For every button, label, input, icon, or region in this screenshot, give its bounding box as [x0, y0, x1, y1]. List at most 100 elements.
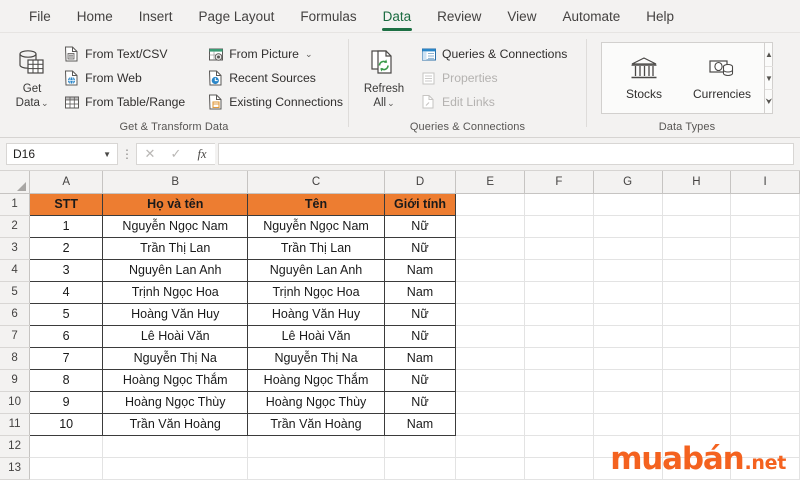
- cell-g7[interactable]: [593, 325, 663, 348]
- cell-f6[interactable]: [524, 303, 594, 326]
- scroll-up-icon[interactable]: ▲: [765, 43, 773, 67]
- cell-h8[interactable]: [662, 347, 732, 370]
- cell-i13[interactable]: [730, 457, 800, 480]
- cell-i10[interactable]: [730, 391, 800, 414]
- tab-page-layout[interactable]: Page Layout: [186, 0, 288, 33]
- cell-f8[interactable]: [524, 347, 594, 370]
- cell-b2[interactable]: Nguyễn Ngọc Nam: [102, 214, 249, 238]
- name-box[interactable]: D16 ▼: [6, 143, 118, 165]
- cell-c10[interactable]: Hoàng Ngọc Thùy: [247, 390, 385, 414]
- row-header-9[interactable]: 9: [0, 369, 31, 392]
- cell-h6[interactable]: [662, 303, 732, 326]
- cell-f2[interactable]: [524, 215, 594, 238]
- column-header-a[interactable]: A: [29, 171, 104, 194]
- tab-review[interactable]: Review: [424, 0, 494, 33]
- from-web-button[interactable]: From Web: [60, 67, 190, 89]
- cell-e11[interactable]: [455, 413, 526, 436]
- cell-c2[interactable]: Nguyễn Ngọc Nam: [247, 214, 385, 238]
- cell-c6[interactable]: Hoàng Văn Huy: [247, 302, 385, 326]
- cell-h2[interactable]: [662, 215, 732, 238]
- cell-h5[interactable]: [662, 281, 732, 304]
- cancel-x-icon[interactable]: ✕: [137, 144, 163, 164]
- cell-g6[interactable]: [593, 303, 663, 326]
- cell-b5[interactable]: Trịnh Ngọc Hoa: [102, 280, 249, 304]
- cell-f4[interactable]: [524, 259, 594, 282]
- chevron-down-icon[interactable]: ▼: [103, 150, 111, 159]
- cell-a7[interactable]: 6: [29, 324, 104, 348]
- cell-i9[interactable]: [730, 369, 800, 392]
- cell-h9[interactable]: [662, 369, 732, 392]
- row-header-4[interactable]: 4: [0, 259, 31, 282]
- cell-a5[interactable]: 4: [29, 280, 104, 304]
- refresh-all-button[interactable]: Refresh All⌄: [355, 40, 413, 110]
- formula-input[interactable]: [218, 143, 794, 165]
- cell-c5[interactable]: Trịnh Ngọc Hoa: [247, 280, 385, 304]
- column-header-e[interactable]: E: [455, 171, 526, 194]
- cell-a9[interactable]: 8: [29, 368, 104, 392]
- cell-e2[interactable]: [455, 215, 526, 238]
- cell-f3[interactable]: [524, 237, 594, 260]
- cell-f13[interactable]: [524, 457, 594, 480]
- cell-c9[interactable]: Hoàng Ngọc Thắm: [247, 368, 385, 392]
- cell-e13[interactable]: [455, 457, 526, 480]
- tab-formulas[interactable]: Formulas: [287, 0, 369, 33]
- cell-g4[interactable]: [593, 259, 663, 282]
- cell-i4[interactable]: [730, 259, 800, 282]
- cell-b4[interactable]: Nguyên Lan Anh: [102, 258, 249, 282]
- cell-f7[interactable]: [524, 325, 594, 348]
- scroll-down-icon[interactable]: ▼: [765, 67, 773, 91]
- cell-a1[interactable]: STT: [29, 192, 104, 216]
- cell-a2[interactable]: 1: [29, 214, 104, 238]
- cell-h4[interactable]: [662, 259, 732, 282]
- cell-e7[interactable]: [455, 325, 526, 348]
- cell-h13[interactable]: [662, 457, 732, 480]
- cell-f5[interactable]: [524, 281, 594, 304]
- cell-i11[interactable]: [730, 413, 800, 436]
- fx-icon[interactable]: fx: [189, 144, 215, 164]
- cell-g8[interactable]: [593, 347, 663, 370]
- cell-h1[interactable]: [662, 193, 732, 216]
- column-header-c[interactable]: C: [247, 171, 385, 194]
- cell-f10[interactable]: [524, 391, 594, 414]
- cell-f11[interactable]: [524, 413, 594, 436]
- cell-b8[interactable]: Nguyễn Thị Na: [102, 346, 249, 370]
- cell-g3[interactable]: [593, 237, 663, 260]
- cell-e10[interactable]: [455, 391, 526, 414]
- row-header-12[interactable]: 12: [0, 435, 31, 458]
- cell-c13[interactable]: [247, 457, 385, 480]
- cell-c4[interactable]: Nguyên Lan Anh: [247, 258, 385, 282]
- cell-d1[interactable]: Giới tính: [383, 192, 457, 216]
- from-picture-button[interactable]: From Picture ⌄: [204, 43, 348, 65]
- cell-c7[interactable]: Lê Hoài Văn: [247, 324, 385, 348]
- cell-h12[interactable]: [662, 435, 732, 458]
- column-header-h[interactable]: H: [662, 171, 732, 194]
- row-header-8[interactable]: 8: [0, 347, 31, 370]
- cell-f1[interactable]: [524, 193, 594, 216]
- column-header-d[interactable]: D: [384, 171, 457, 194]
- cell-h7[interactable]: [662, 325, 732, 348]
- tab-file[interactable]: File: [16, 0, 64, 33]
- cell-f12[interactable]: [524, 435, 594, 458]
- cell-h3[interactable]: [662, 237, 732, 260]
- cell-c11[interactable]: Trần Văn Hoàng: [247, 412, 385, 436]
- cell-c12[interactable]: [247, 435, 385, 458]
- cell-i3[interactable]: [730, 237, 800, 260]
- recent-sources-button[interactable]: Recent Sources: [204, 67, 348, 89]
- existing-connections-button[interactable]: Existing Connections: [204, 91, 348, 113]
- tab-view[interactable]: View: [494, 0, 549, 33]
- data-types-scrollbar[interactable]: ▲ ▼ ⮟: [764, 43, 773, 113]
- cell-f9[interactable]: [524, 369, 594, 392]
- cell-g11[interactable]: [593, 413, 663, 436]
- cell-i7[interactable]: [730, 325, 800, 348]
- column-header-g[interactable]: G: [593, 171, 663, 194]
- cell-d8[interactable]: Nam: [383, 346, 457, 370]
- row-header-7[interactable]: 7: [0, 325, 31, 348]
- cell-e6[interactable]: [455, 303, 526, 326]
- cell-a13[interactable]: [29, 457, 104, 480]
- row-header-3[interactable]: 3: [0, 237, 31, 260]
- cell-a11[interactable]: 10: [29, 412, 104, 436]
- cell-a4[interactable]: 3: [29, 258, 104, 282]
- cell-g2[interactable]: [593, 215, 663, 238]
- cell-e4[interactable]: [455, 259, 526, 282]
- cell-b10[interactable]: Hoàng Ngọc Thùy: [102, 390, 249, 414]
